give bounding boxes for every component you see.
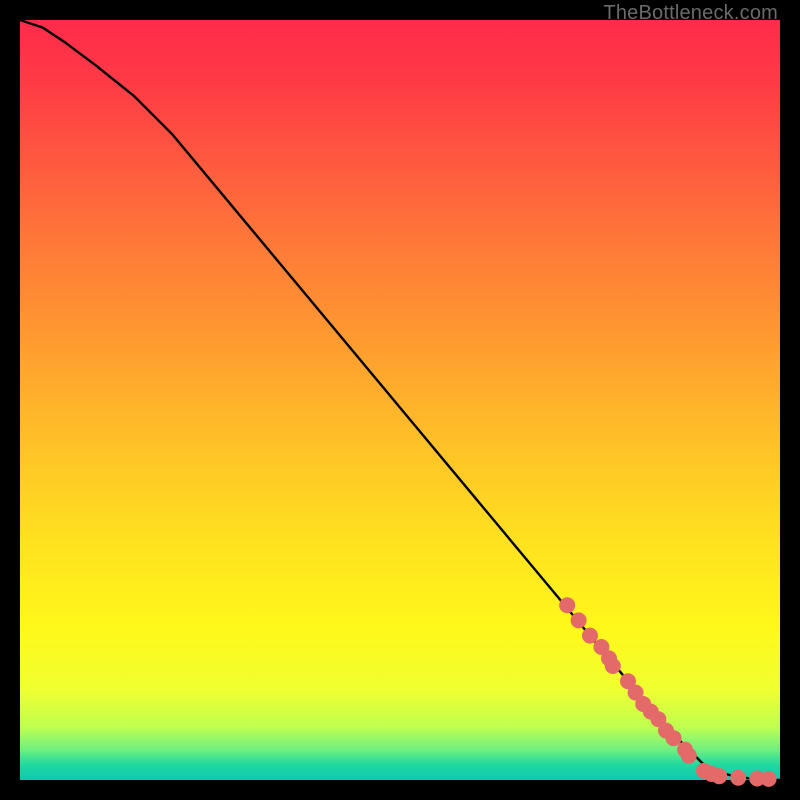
chart-frame: TheBottleneck.com: [0, 0, 800, 800]
watermark-text: TheBottleneck.com: [603, 2, 778, 25]
highlight-point: [605, 658, 621, 674]
bottleneck-curve-line: [20, 20, 780, 780]
highlight-point: [711, 768, 727, 784]
highlight-point: [571, 612, 587, 628]
highlight-point: [582, 628, 598, 644]
highlight-point: [761, 771, 777, 787]
highlight-point: [559, 597, 575, 613]
chart-svg: [20, 20, 780, 780]
bottleneck-highlight-points: [559, 597, 776, 787]
highlight-point: [730, 770, 746, 786]
highlight-point: [681, 748, 697, 764]
highlight-point: [666, 730, 682, 746]
